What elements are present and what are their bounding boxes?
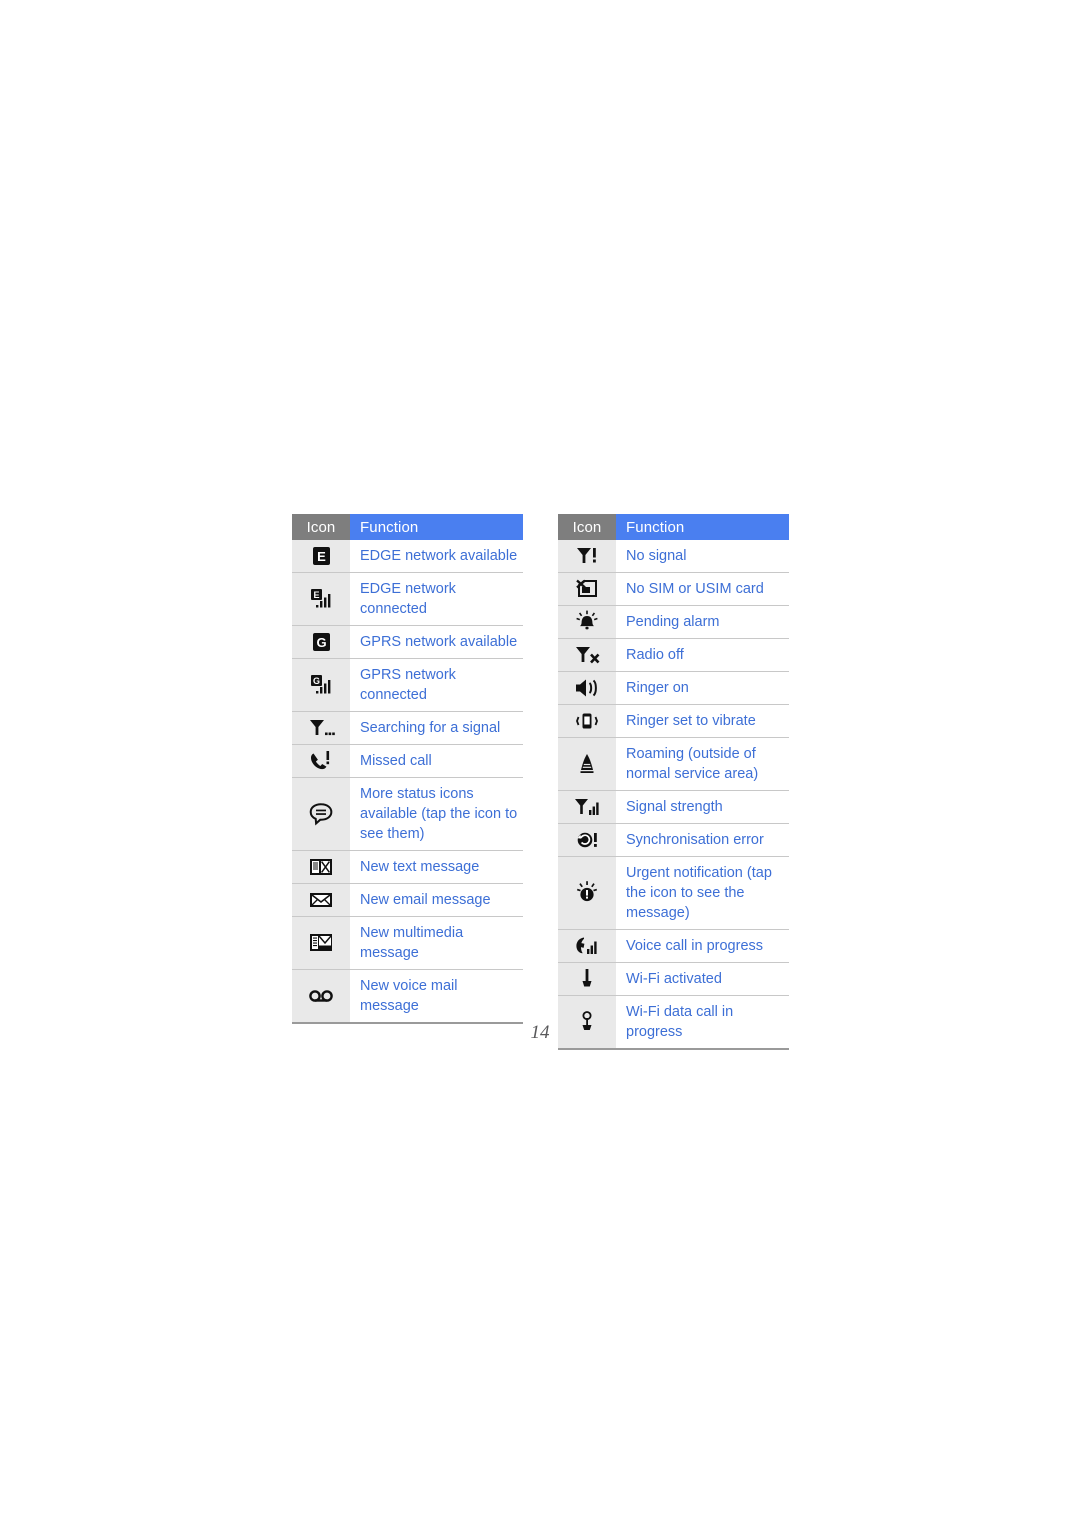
ringer-on-icon [558, 671, 616, 705]
table-row: Roaming (outside of normal service area) [558, 737, 789, 791]
function-text: Signal strength [616, 790, 789, 824]
table-row: Radio off [558, 638, 789, 672]
function-text: New voice mail message [350, 969, 523, 1024]
status-icons-table-left: Icon Function E EDGE network available E… [292, 514, 523, 1024]
function-text: EDGE network available [350, 540, 523, 573]
voice-call-in-progress-icon [558, 929, 616, 963]
no-signal-icon [558, 540, 616, 573]
function-text: Urgent notification (tap the icon to see… [616, 856, 789, 930]
no-sim-card-icon [558, 572, 616, 606]
searching-signal-icon [292, 711, 350, 745]
table-row: Ringer on [558, 671, 789, 705]
function-text: Ringer on [616, 671, 789, 705]
table-header-row: Icon Function [558, 514, 789, 540]
function-text: Pending alarm [616, 605, 789, 639]
function-text: New email message [350, 883, 523, 917]
page-number: 14 [530, 1022, 550, 1043]
ringer-vibrate-icon [558, 704, 616, 738]
new-email-message-icon [292, 883, 350, 917]
new-voice-mail-icon [292, 969, 350, 1024]
table-row: New text message [292, 850, 523, 884]
table-row: Searching for a signal [292, 711, 523, 745]
table-row: Missed call [292, 744, 523, 778]
function-text: New text message [350, 850, 523, 884]
svg-text:G: G [313, 676, 320, 686]
synchronisation-error-icon [558, 823, 616, 857]
table-row: No SIM or USIM card [558, 572, 789, 606]
urgent-notification-icon [558, 856, 616, 930]
function-text: Searching for a signal [350, 711, 523, 745]
table-row: Pending alarm [558, 605, 789, 639]
function-text: EDGE network connected [350, 572, 523, 626]
table-row: Signal strength [558, 790, 789, 824]
table-row: New multimedia message [292, 916, 523, 970]
status-icons-table-right: Icon Function No signal No SIM or USIM c… [558, 514, 789, 1050]
table-row: Ringer set to vibrate [558, 704, 789, 738]
edge-available-icon: E [292, 540, 350, 573]
table-row: E EDGE network available [292, 540, 523, 573]
table-row: G GPRS network connected [292, 658, 523, 712]
svg-text:E: E [313, 590, 319, 600]
function-text: More status icons available (tap the ico… [350, 777, 523, 851]
function-text: GPRS network available [350, 625, 523, 659]
wifi-activated-icon [558, 962, 616, 996]
svg-text:G: G [316, 635, 326, 650]
table-row: E EDGE network connected [292, 572, 523, 626]
gprs-available-icon: G [292, 625, 350, 659]
missed-call-icon [292, 744, 350, 778]
function-text: Radio off [616, 638, 789, 672]
manual-page: Icon Function E EDGE network available E… [0, 0, 1080, 1527]
function-text: No SIM or USIM card [616, 572, 789, 606]
function-text: Synchronisation error [616, 823, 789, 857]
table-row: Voice call in progress [558, 929, 789, 963]
radio-off-icon [558, 638, 616, 672]
table-header-row: Icon Function [292, 514, 523, 540]
gprs-connected-icon: G [292, 658, 350, 712]
svg-text:E: E [317, 549, 326, 564]
table-row: More status icons available (tap the ico… [292, 777, 523, 851]
function-text: Missed call [350, 744, 523, 778]
edge-connected-icon: E [292, 572, 350, 626]
new-text-message-icon [292, 850, 350, 884]
column-header-function: Function [350, 514, 523, 540]
function-text: Wi-Fi activated [616, 962, 789, 996]
function-text: New multimedia message [350, 916, 523, 970]
pending-alarm-icon [558, 605, 616, 639]
table-row: Wi-Fi activated [558, 962, 789, 996]
new-multimedia-message-icon [292, 916, 350, 970]
function-text: Roaming (outside of normal service area) [616, 737, 789, 791]
function-text: Voice call in progress [616, 929, 789, 963]
table-row: New email message [292, 883, 523, 917]
more-status-icons-icon [292, 777, 350, 851]
table-row: Synchronisation error [558, 823, 789, 857]
roaming-icon [558, 737, 616, 791]
table-row: No signal [558, 540, 789, 573]
column-header-icon: Icon [292, 514, 350, 540]
table-row: G GPRS network available [292, 625, 523, 659]
signal-strength-icon [558, 790, 616, 824]
table-row: New voice mail message [292, 969, 523, 1024]
function-text: No signal [616, 540, 789, 573]
function-text: GPRS network connected [350, 658, 523, 712]
function-text: Ringer set to vibrate [616, 704, 789, 738]
column-header-function: Function [616, 514, 789, 540]
status-icon-tables: Icon Function E EDGE network available E… [292, 514, 792, 1050]
table-row: Urgent notification (tap the icon to see… [558, 856, 789, 930]
column-header-icon: Icon [558, 514, 616, 540]
